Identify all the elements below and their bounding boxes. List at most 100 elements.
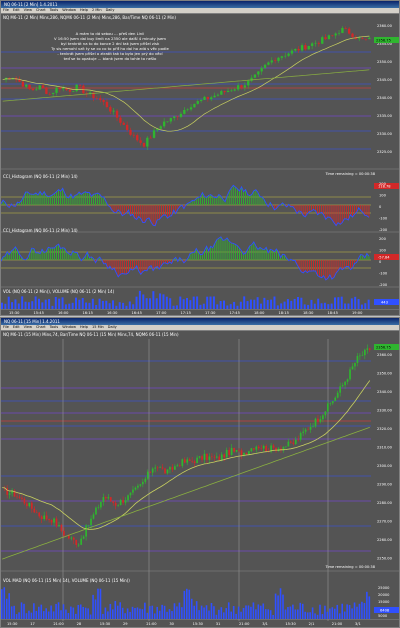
price-axis-label: 2320.00 [377, 427, 393, 431]
volume-bar [153, 613, 156, 619]
candle-body [41, 85, 45, 89]
candle-body [181, 459, 184, 466]
volume-bar [273, 296, 276, 309]
volume-bar [218, 609, 220, 619]
volume-bar [200, 605, 203, 619]
cci-axis-label: -100 [379, 272, 388, 276]
toolbar-item[interactable]: Window [62, 325, 76, 329]
candle-body [341, 385, 344, 387]
price-axis-label: 2280.00 [377, 501, 393, 505]
candle-body [35, 512, 38, 514]
volume-bar [260, 303, 262, 309]
candle-body [206, 96, 210, 100]
candle-body [302, 431, 305, 433]
volume-bar [25, 613, 28, 619]
volume-bar [260, 605, 262, 619]
volume-bar [358, 603, 361, 619]
time-axis-label: 16:15 [83, 311, 93, 315]
toolbar-item[interactable]: Window [62, 8, 76, 12]
toolbar-item[interactable]: Daily [106, 8, 115, 12]
volume-bar [134, 607, 136, 619]
toolbar-item[interactable]: 15 Min [92, 325, 104, 329]
candle-body [28, 502, 31, 507]
volume-bar [84, 607, 87, 619]
volume-bar [44, 299, 47, 309]
volume-axis-label: 25000 [378, 586, 390, 590]
volume-bar [330, 303, 333, 309]
volume-bar [346, 604, 348, 619]
volume-bar [82, 607, 84, 619]
candle-body [307, 429, 309, 431]
window-title-bar[interactable]: NQ 06-11 [2 Min] 1.4.2011 [1, 1, 399, 8]
candle-body [317, 418, 319, 422]
toolbar-item[interactable]: Edit [13, 325, 20, 329]
candle-body [294, 48, 297, 51]
toolbar-item[interactable]: Tools [50, 8, 59, 12]
candle-body [218, 456, 221, 461]
volume-bar [119, 602, 121, 619]
toolbar-item[interactable]: View [24, 325, 32, 329]
candle-body [97, 507, 100, 508]
toolbar-item[interactable]: File [3, 325, 9, 329]
candle-body [16, 496, 18, 498]
candle-body [326, 403, 329, 412]
cci-panel-1-label: CCI_Histogram (NQ 06-11 (2 Min) 14) [3, 174, 78, 179]
chart-canvas-15min[interactable]: NQ M6-11 (15 Min) Mins,74, Bar/Time NQ 0… [1, 331, 399, 628]
toolbar-item[interactable]: Help [80, 325, 88, 329]
toolbar-item[interactable]: Chart [36, 325, 46, 329]
volume-bar [1, 302, 3, 309]
candle-body [199, 99, 203, 102]
cci-axis-label: 200 [379, 182, 387, 186]
price-axis-label: 2340.00 [377, 96, 393, 100]
candle-body [368, 37, 371, 40]
volume-bar [85, 302, 88, 309]
chart-window-15min[interactable]: NQ 06-11 [15 Min] 1.4.2011 File Edit View C… [0, 317, 400, 628]
toolbar-item[interactable]: Chart [36, 8, 46, 12]
candle-body [273, 60, 277, 61]
volume-bar [161, 604, 163, 619]
candle-body [337, 32, 341, 34]
volume-bar [65, 609, 67, 619]
volume-bar [321, 614, 324, 619]
candle-body [159, 467, 161, 469]
volume-bar [8, 593, 10, 619]
chart-canvas-2min[interactable]: NQ M6-11 (2 Min) Mins,286, NQM6 06-11 (2… [1, 14, 399, 316]
volume-bar [171, 611, 173, 619]
candle-body [186, 109, 189, 111]
volume-bar [293, 298, 296, 309]
volume-bar [145, 298, 148, 309]
time-axis-label: 15:30 [100, 622, 111, 626]
toolbar-item[interactable]: View [24, 8, 32, 12]
volume-bar [144, 602, 146, 619]
volume-bar [334, 297, 336, 309]
toolbar-item[interactable]: Help [80, 8, 88, 12]
volume-bar [236, 305, 239, 309]
volume-bar [45, 608, 47, 619]
toolbar-item[interactable]: File [3, 8, 9, 12]
volume-axis-label: 15000 [378, 600, 390, 604]
volume-bar [203, 607, 205, 619]
volume-bar [34, 296, 37, 309]
toolbar-item[interactable]: Edit [13, 8, 20, 12]
time-axis-2min: 15:30 15:45 16:00 16:15 16:30 16:45 17:00 17:15… [9, 311, 363, 315]
toolbar-item[interactable]: Daily [108, 325, 117, 329]
volume-bar [307, 304, 310, 309]
candle-body [250, 448, 253, 452]
volume-bar [193, 605, 195, 619]
toolbar-item[interactable]: Tools [50, 325, 59, 329]
candle-body [75, 539, 78, 545]
volume-bar [31, 301, 34, 309]
chart-window-2min[interactable]: NQ 06-11 [2 Min] 1.4.2011 File Edit View Ch… [0, 0, 400, 316]
toolbar-item[interactable]: 2 Min [92, 8, 102, 12]
volume-bar [284, 609, 287, 619]
window-title-bar[interactable]: NQ 06-11 [15 Min] 1.4.2011 [1, 318, 399, 325]
volume-bar [190, 598, 193, 619]
volume-bar [331, 607, 334, 619]
time-axis-label: 15:30 [285, 622, 296, 626]
volume-bar [239, 301, 242, 309]
candle-body [206, 453, 208, 460]
volume-bar [105, 300, 108, 309]
candle-body [247, 80, 250, 86]
candle-body [363, 349, 366, 356]
candle-body [48, 519, 50, 520]
